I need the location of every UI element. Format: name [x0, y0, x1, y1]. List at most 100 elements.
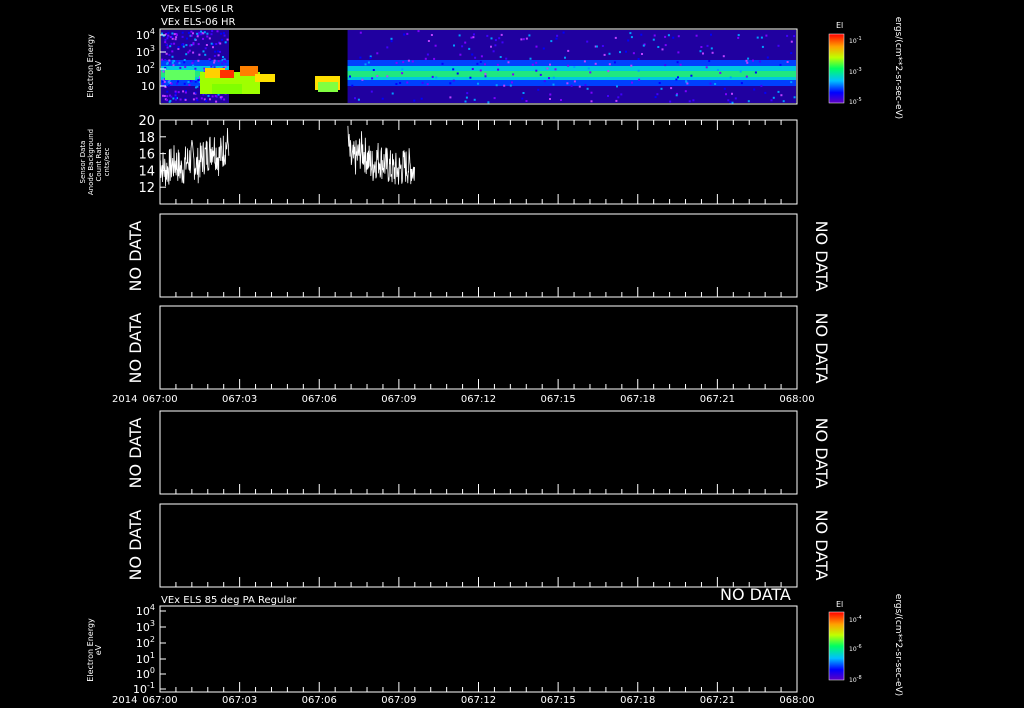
- spectrogram-pixel: [670, 87, 673, 90]
- spectrogram-pixel: [589, 71, 592, 74]
- spectrogram-pixel: [790, 52, 793, 55]
- spectrogram-pixel: [177, 91, 180, 94]
- spectrogram-pixel: [359, 31, 362, 34]
- spectrogram-hotspot: [318, 82, 338, 92]
- colorbar-tick-label: 10-6: [849, 644, 862, 653]
- spectrogram-pixel: [539, 73, 542, 76]
- panel7-frame: [159, 605, 798, 693]
- spectrogram-pixel: [209, 98, 211, 101]
- panel7-y-ticks: 10410310210110010-1: [133, 603, 166, 696]
- spectrogram-pixel: [381, 97, 384, 100]
- spectrogram-pixel: [424, 57, 427, 60]
- spectrogram-pixel: [464, 41, 467, 44]
- year-label-mid: 2014: [112, 394, 137, 405]
- spectrogram-pixel: [185, 53, 188, 56]
- spectrogram-pixel: [166, 95, 169, 98]
- spectrogram-pixel: [468, 47, 471, 50]
- time-tick-label: 067:09: [381, 394, 416, 405]
- spectrogram-pixel: [779, 63, 782, 66]
- panel2-lineplot: 20 18 1614 12 Sensor Data Anode Background …: [79, 114, 798, 205]
- spectrogram-pixel: [705, 66, 708, 69]
- spectrogram-pixel: [566, 82, 569, 85]
- spectrogram-pixel: [456, 72, 459, 75]
- spectrogram-pixel: [498, 37, 501, 40]
- y-tick-label: 20: [138, 114, 155, 129]
- spectrogram-pixel: [548, 77, 550, 80]
- spectrogram-pixel: [224, 41, 227, 44]
- y-tick-label: 10-1: [133, 681, 155, 696]
- spectrogram-pixel: [411, 60, 414, 63]
- spectrogram-pixel: [170, 82, 173, 85]
- spectrogram-pixel: [786, 61, 789, 63]
- spectrogram-pixel: [499, 56, 502, 58]
- spectrogram-pixel: [166, 46, 169, 49]
- spectrogram-pixel: [752, 59, 754, 62]
- spectrogram-pixel: [220, 32, 223, 35]
- spectrogram-pixel: [734, 97, 737, 100]
- spectrogram-pixel: [761, 45, 764, 48]
- time-tick-label: 067:00: [142, 394, 177, 405]
- spectrogram-pixel: [213, 61, 216, 64]
- spectrogram-pixel: [219, 50, 221, 53]
- spectrogram-pixel: [192, 51, 195, 54]
- spectrogram-pixel: [376, 75, 379, 77]
- spectrogram-pixel: [552, 83, 555, 86]
- spectrogram-pixel: [196, 99, 199, 102]
- spectrogram-pixel: [173, 33, 176, 36]
- spectrogram-pixel: [770, 99, 773, 102]
- spectrogram-pixel: [595, 45, 598, 48]
- spectrogram-pixel: [637, 58, 640, 60]
- spectrogram-pixel: [493, 97, 496, 100]
- spectrogram-pixel: [786, 34, 789, 37]
- spectrogram-pixel: [184, 91, 187, 94]
- spectrogram-pixel: [729, 76, 732, 79]
- spectrogram-pixel: [453, 44, 455, 47]
- spectrogram-pixel: [700, 46, 703, 48]
- spectrogram-pixel: [395, 83, 398, 85]
- spectrogram-pixel: [166, 37, 169, 40]
- colorbar7-title: El: [836, 600, 843, 609]
- spectrogram-pixel: [772, 96, 775, 99]
- spectrogram-pixel: [656, 93, 659, 96]
- spectrogram-pixel: [464, 100, 467, 103]
- spectrogram-pixel: [709, 82, 712, 85]
- spectrogram-pixel: [550, 40, 553, 43]
- spectrogram-pixel: [631, 81, 633, 84]
- spectrogram-pixel: [219, 96, 222, 99]
- spectrogram-pixel: [166, 62, 169, 65]
- panel6-no-data-right: NO DATA: [812, 510, 831, 581]
- spectrogram-pixel: [168, 53, 171, 56]
- spectrogram-pixel: [162, 83, 165, 85]
- spectrogram-pixel: [747, 100, 750, 103]
- spectrogram-pixel: [182, 45, 185, 48]
- spectrogram-pixel: [657, 46, 660, 48]
- spectrogram-pixel: [390, 40, 393, 43]
- spectrogram-pixel: [684, 90, 687, 93]
- spectrogram-pixel: [217, 54, 220, 57]
- y-tick-label: 18: [138, 131, 155, 146]
- spectrogram-pixel: [664, 64, 667, 67]
- spectrogram-pixel: [208, 58, 211, 61]
- series-line-1: [159, 127, 230, 187]
- spectrogram-pixel: [490, 37, 493, 40]
- spectrogram-pixel: [654, 96, 657, 99]
- spectrogram-pixel: [642, 44, 645, 47]
- spectrogram-pixel: [222, 32, 225, 35]
- spectrogram-pixel: [430, 34, 433, 36]
- spectrogram-pixel: [470, 36, 473, 39]
- spectrogram-pixel: [522, 38, 525, 41]
- spectrogram-pixel: [206, 35, 209, 38]
- spectrogram-pixel: [754, 71, 757, 74]
- spectrogram-pixel: [184, 98, 187, 101]
- time-axis-bottom: 067:00 067:03 067:06 067:09 067:12 067:15 067:…: [142, 695, 814, 706]
- spectrogram-pixel: [584, 84, 587, 87]
- spectrogram-pixel: [608, 63, 611, 66]
- spectrogram-pixel: [174, 38, 177, 41]
- spectrogram-pixel: [556, 34, 559, 37]
- spectrogram-pixel: [171, 32, 174, 35]
- spectrogram-pixel: [213, 55, 216, 57]
- spectrogram-pixel: [630, 36, 633, 39]
- spectrogram-pixel: [420, 97, 423, 100]
- spectrogram-pixel: [161, 58, 164, 61]
- spectrogram-pixel: [204, 53, 207, 56]
